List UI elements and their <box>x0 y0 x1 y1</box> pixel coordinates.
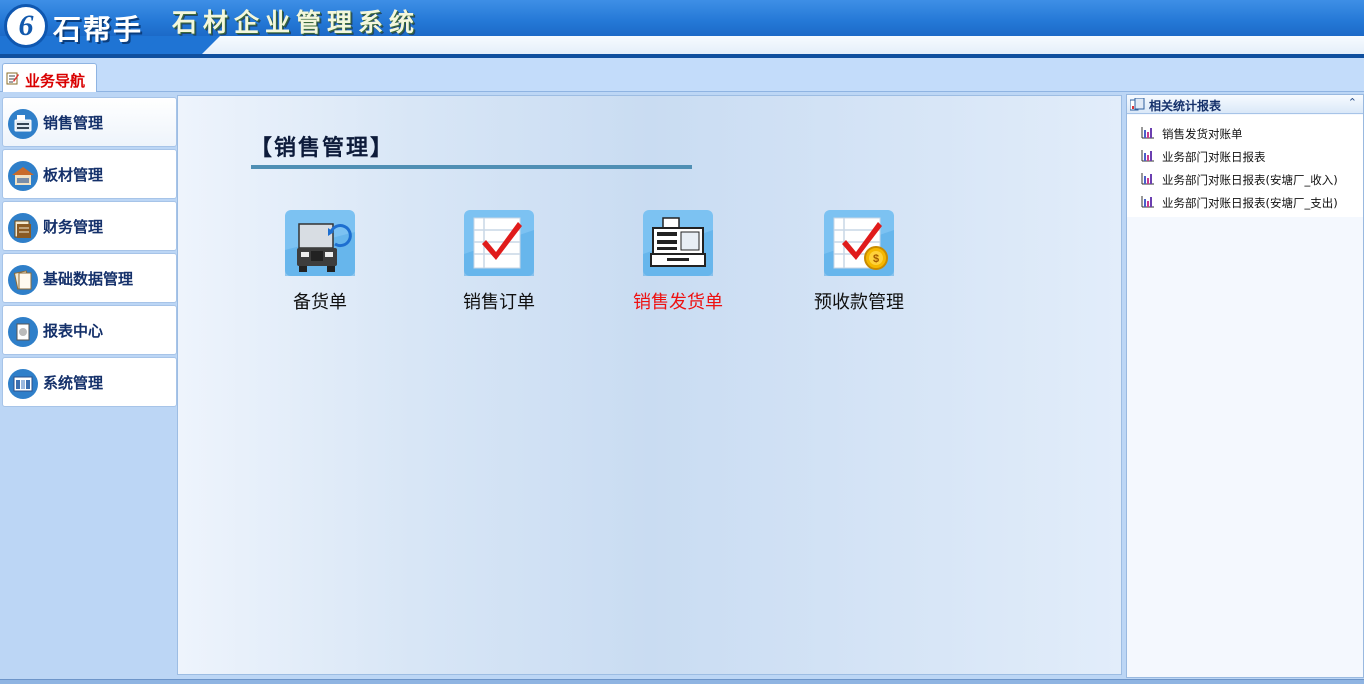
module-sales-delivery[interactable]: 销售发货单 <box>603 210 753 320</box>
related-reports-panel: 相关统计报表 ⌃ 销售发货对账单 业务部门对账日报表 业务部门对账日报表(安塘厂… <box>1126 94 1364 678</box>
report-label: 销售发货对账单 <box>1162 127 1243 141</box>
warehouse-icon <box>8 161 38 191</box>
module-label: 销售发货单 <box>633 292 723 313</box>
main-panel: 【销售管理】 备货单 销售订单 销售发货单 $ 预收款管理 <box>177 95 1122 675</box>
sidebar-item-label: 销售管理 <box>43 114 104 132</box>
bottom-border <box>0 679 1364 684</box>
svg-text:$: $ <box>873 253 879 265</box>
notepad-icon <box>6 72 19 85</box>
report-list: 销售发货对账单 业务部门对账日报表 业务部门对账日报表(安塘厂_收入) 业务部门… <box>1127 115 1363 217</box>
sidebar-item-slab[interactable]: 板材管理 <box>2 149 177 199</box>
module-label: 销售订单 <box>463 292 535 313</box>
sidebar-item-finance[interactable]: 财务管理 <box>2 201 177 251</box>
bar-chart-icon <box>1141 173 1154 185</box>
system-title: 石材企业管理系统 <box>172 8 421 37</box>
tab-business-navigation[interactable]: 业务导航 <box>2 63 97 92</box>
sidebar-item-system[interactable]: 系统管理 <box>2 357 177 407</box>
brand-name: 石帮手 <box>53 13 144 46</box>
tab-strip: 业务导航 <box>0 58 1364 92</box>
related-reports-header[interactable]: 相关统计报表 ⌃ <box>1127 95 1363 114</box>
bar-chart-icon <box>1141 150 1154 162</box>
sidebar-item-sales[interactable]: 销售管理 <box>2 97 177 147</box>
bar-chart-icon <box>1141 127 1154 139</box>
module-label: 备货单 <box>293 292 347 313</box>
header-band-light <box>180 36 1364 56</box>
sidebar-item-report-center[interactable]: 报表中心 <box>2 305 177 355</box>
truck-icon <box>285 210 355 276</box>
app-header: 6 石帮手 石材企业管理系统 <box>0 0 1364 58</box>
module-label: 预收款管理 <box>814 292 904 313</box>
bar-chart-icon <box>1141 196 1154 208</box>
documents-icon <box>8 265 38 295</box>
sidebar-item-label: 板材管理 <box>43 166 104 184</box>
sidebar-item-label: 财务管理 <box>43 218 104 236</box>
module-sales-order[interactable]: 销售订单 <box>424 210 574 320</box>
module-advance-payment[interactable]: $ 预收款管理 <box>784 210 934 320</box>
report-icon <box>8 317 38 347</box>
report-label: 业务部门对账日报表 <box>1162 150 1266 164</box>
ledger-icon <box>8 213 38 243</box>
sidebar-item-basic-data[interactable]: 基础数据管理 <box>2 253 177 303</box>
app-logo: 6 <box>4 4 48 48</box>
page-title: 【销售管理】 <box>250 135 395 161</box>
logo-glyph: 6 <box>18 9 34 42</box>
checklist-coin-icon: $ <box>824 210 894 276</box>
report-label: 业务部门对账日报表(安塘厂_支出) <box>1162 196 1338 210</box>
sidebar-item-label: 系统管理 <box>43 374 104 392</box>
cash-register-icon <box>643 210 713 276</box>
sidebar: 销售管理 板材管理 财务管理 基础数据管理 报表中心 系统管理 <box>0 92 177 681</box>
double-chevron-up-icon[interactable]: ⌃ <box>1348 96 1357 109</box>
sidebar-item-label: 报表中心 <box>43 322 104 340</box>
checklist-icon <box>464 210 534 276</box>
cash-register-icon <box>8 109 38 139</box>
sidebar-item-label: 基础数据管理 <box>43 270 134 288</box>
report-label: 业务部门对账日报表(安塘厂_收入) <box>1162 173 1338 187</box>
module-stock-order[interactable]: 备货单 <box>245 210 395 320</box>
settings-window-icon <box>8 369 38 399</box>
title-underline <box>251 165 692 169</box>
related-reports-title: 相关统计报表 <box>1149 99 1222 113</box>
tab-label: 业务导航 <box>25 72 86 90</box>
reports-panel-icon <box>1130 98 1145 111</box>
